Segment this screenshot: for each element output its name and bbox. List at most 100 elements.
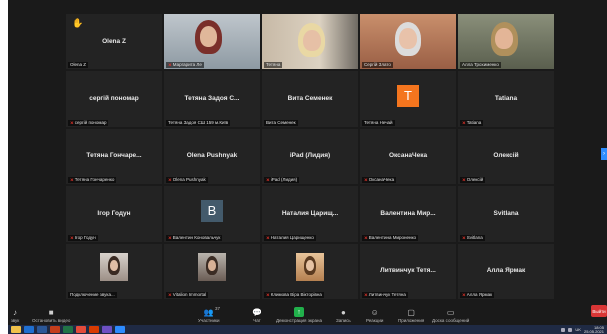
participant-name-text: сергій пономар	[74, 119, 107, 125]
participant-tile[interactable]: Литвинчук Тетя... ⨯Литвинчук Тетяна	[360, 243, 456, 299]
profile-picture	[296, 252, 324, 281]
muted-mic-icon: ⨯	[70, 119, 74, 125]
word-icon[interactable]	[37, 326, 47, 333]
participant-display-name: Tatiana	[494, 94, 518, 102]
participant-display-name: Olena Z	[102, 37, 126, 45]
participants-label: Участники	[198, 318, 220, 323]
participant-name-label: ⨯Валентина Мироненко	[362, 234, 418, 241]
participant-name-label: Тетяна Задоя СШ 159 м.Київ	[166, 119, 231, 126]
participant-name-text: Тетяна Задоя СШ 159 м.Київ	[168, 119, 229, 125]
participant-tile[interactable]: Svitlana ⨯Svitlana	[458, 186, 554, 242]
participant-name-text: ОксанаЧека	[368, 177, 395, 183]
headphones-icon: ♪	[13, 307, 17, 317]
edge-icon[interactable]	[24, 326, 34, 333]
participant-name-text: Tatiana	[466, 119, 482, 125]
record-button[interactable]: ● Запись	[336, 307, 351, 324]
stop-video-button[interactable]: ■ Остановить видео	[32, 307, 71, 324]
join-audio-label: звук	[10, 318, 20, 323]
participant-name-label: ⨯Олексій	[460, 177, 486, 184]
participant-name-label: Сергій Злато	[362, 62, 393, 69]
participant-tile[interactable]: Tatiana ⨯Tatiana	[458, 71, 554, 127]
participant-tile[interactable]: Валентина Мир... ⨯Валентина Мироненко	[360, 186, 456, 242]
language-indicator[interactable]: UK	[575, 327, 581, 332]
participant-name-text: Svitlana	[466, 234, 483, 240]
participant-display-name: Литвинчук Тетя...	[380, 267, 436, 275]
participant-display-name: Наталия Царищ...	[281, 209, 339, 217]
participant-name-label: ⨯Vitalion Immortal	[166, 292, 209, 298]
chat-label: Чат	[253, 318, 261, 323]
participant-name-label: ⨯Литвинчук Тетяна	[362, 292, 408, 298]
participant-tile[interactable]: T Тетяна Нечай	[360, 71, 456, 127]
raised-hand-icon: ✋	[72, 18, 84, 28]
participant-tile[interactable]: Тетяна	[262, 14, 358, 70]
participant-tile[interactable]: Алла Ярмак ⨯Алла Ярмак	[458, 243, 554, 299]
record-icon: ●	[340, 307, 346, 317]
excel-icon[interactable]	[63, 326, 73, 333]
participant-tile[interactable]: Сергій Злато	[360, 14, 456, 70]
participant-name-text: Наталия Царищенко	[270, 234, 314, 240]
participant-tile[interactable]: Алла Трохименко	[458, 14, 554, 70]
participant-tile[interactable]: сергій пономар ⨯сергій пономар	[66, 71, 162, 127]
participants-count: 37	[215, 306, 221, 311]
participant-tile[interactable]: Olena Pushnyak ⨯Olena Pushnyak	[164, 128, 260, 185]
muted-mic-icon: ⨯	[462, 119, 466, 125]
participant-video	[262, 14, 358, 70]
file-explorer-icon[interactable]	[11, 326, 21, 333]
muted-mic-icon: ⨯	[462, 234, 466, 240]
network-icon[interactable]	[561, 327, 566, 332]
participant-tile[interactable]: ⨯Vitalion Immortal	[164, 243, 260, 299]
participant-tile[interactable]: Ігор Годун ⨯Ігор Годун	[66, 186, 162, 242]
participant-tile[interactable]: ⨯Климова Віра Вікторівна	[262, 243, 358, 299]
reactions-label: Реакции	[366, 318, 384, 323]
participant-name-label: ⨯Тетяна Гончаренко	[68, 177, 117, 184]
participant-tile[interactable]: ОксанаЧека ⨯ОксанаЧека	[360, 128, 456, 185]
share-screen-button[interactable]: ↑ Демонстрация экрана	[276, 307, 322, 323]
whiteboard-icon: ▭	[446, 307, 455, 317]
powerpoint-icon[interactable]	[50, 326, 60, 333]
participant-display-name: Svitlana	[493, 209, 519, 217]
participant-tile[interactable]: ✋ Olena Z Olena Z	[66, 14, 162, 70]
end-meeting-button[interactable]: Выйти	[591, 305, 607, 317]
zoom-icon[interactable]	[115, 326, 125, 333]
participant-tile[interactable]: Вита Семенек Вита Семенек	[262, 71, 358, 127]
participant-tile[interactable]: iPad (Лидия) ⨯iPad (Лидия)	[262, 128, 358, 185]
participant-tile[interactable]: Тетяна Гончаре... ⨯Тетяна Гончаренко	[66, 128, 162, 185]
media-icon[interactable]	[89, 326, 99, 333]
participant-tile[interactable]: B ⨯Валентин Коновальчук	[164, 186, 260, 242]
stop-video-label: Остановить видео	[32, 318, 71, 323]
participant-tile[interactable]: Тетяна Задоя С... Тетяна Задоя СШ 159 м.К…	[164, 71, 260, 127]
clock[interactable]: 18:05 25.05.2021	[583, 325, 604, 334]
viber-icon[interactable]	[102, 326, 112, 333]
chrome-icon[interactable]	[76, 326, 86, 333]
whiteboard-button[interactable]: ▭ Доска сообщений	[432, 307, 469, 324]
volume-icon[interactable]	[568, 327, 573, 332]
chat-button[interactable]: 💬 Чат	[252, 307, 262, 324]
muted-mic-icon: ⨯	[70, 177, 74, 183]
camera-icon: ■	[48, 307, 54, 317]
participant-name-label: ⨯сергій пономар	[68, 119, 109, 126]
smiley-icon: ☺	[370, 307, 379, 317]
zoom-window: ✋ Olena Z Olena Z ⨯Маргарита Ле Тетяна Сергій…	[8, 0, 607, 334]
participant-tile[interactable]: ⨯Маргарита Ле	[164, 14, 260, 70]
join-audio-button[interactable]: ♪ звук	[10, 307, 20, 324]
participant-video	[164, 14, 260, 70]
participant-name-text: Ігор Годун	[74, 234, 96, 240]
clock-date: 25.05.2021	[583, 328, 604, 334]
muted-mic-icon: ⨯	[364, 234, 368, 240]
muted-mic-icon: ⨯	[266, 177, 270, 183]
apps-button[interactable]: ▢ Приложения	[398, 307, 424, 324]
participant-tile[interactable]: Подключение звука...	[66, 243, 162, 299]
participant-tile[interactable]: Наталия Царищ... ⨯Наталия Царищенко	[262, 186, 358, 242]
participant-video	[458, 14, 554, 70]
participant-name-text: Olena Pushnyak	[172, 177, 206, 183]
participant-name-label: Вита Семенек	[264, 119, 298, 126]
muted-mic-icon: ⨯	[462, 292, 466, 297]
participant-display-name: iPad (Лидия)	[289, 152, 331, 160]
share-screen-label: Демонстрация экрана	[276, 318, 322, 323]
system-tray: UK 18:05 25.05.2021	[561, 325, 604, 334]
reactions-button[interactable]: ☺ Реакции	[366, 307, 384, 324]
chevron-right-icon[interactable]: ›	[601, 148, 607, 160]
participant-name-label: ⨯Olena Pushnyak	[166, 177, 208, 184]
participant-video	[360, 14, 456, 70]
participant-tile[interactable]: Олексій ⨯Олексій	[458, 128, 554, 185]
